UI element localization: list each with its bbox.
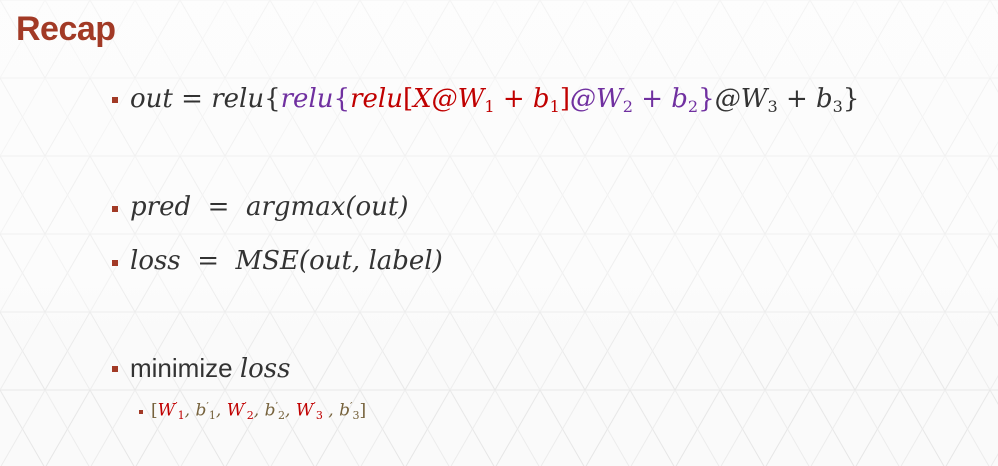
relu-inner: relu — [350, 84, 403, 114]
param-b3: b — [339, 400, 350, 421]
bullet-minimize — [112, 366, 118, 372]
param-b2: b — [264, 400, 276, 421]
bullet-pred — [112, 206, 118, 212]
brace-close-middle: } — [698, 84, 715, 114]
b2-subscript: 2 — [687, 96, 699, 116]
param-w1-sub: 1 — [177, 408, 185, 422]
bullet-params — [139, 410, 143, 414]
w1-subscript: 1 — [484, 96, 495, 116]
equation-pred: pred = argmax(out) — [130, 192, 409, 222]
equation-out: out = relu{relu{relu[X@W1 + b1]@W2 + b2}… — [130, 84, 859, 116]
params-open-bracket: [ — [151, 400, 158, 421]
minimize-word: minimize — [130, 353, 233, 383]
param-b3-sub: 3 — [352, 408, 360, 422]
b1-subscript: 1 — [549, 96, 560, 116]
parameter-list: [W′1, b′1, W′2, b′2, W′3 , b′3] — [151, 400, 366, 422]
w2-subscript: 2 — [622, 96, 633, 116]
term-plus-b2: + b — [641, 84, 688, 114]
brace-open: { — [264, 84, 281, 114]
param-w2: W — [226, 400, 245, 421]
param-w1: W — [157, 400, 176, 421]
minimize-target: loss — [239, 354, 291, 384]
loss-lhs: loss — [130, 246, 181, 276]
term-plus-b3: + b — [785, 84, 833, 114]
param-w3-sub: 3 — [315, 408, 323, 422]
params-sep-5: , — [322, 400, 340, 421]
pred-equals: = — [207, 192, 230, 222]
param-b2-sub: 2 — [277, 408, 286, 422]
loss-rhs: MSE(out, label) — [235, 246, 443, 276]
term-at-w2: @W — [569, 84, 623, 114]
equals-sign: = — [181, 84, 203, 114]
out-lhs: out — [130, 84, 173, 114]
relu-outer: relu — [211, 84, 265, 114]
params-sep-2: , — [215, 400, 227, 421]
params-sep-3: , — [253, 400, 265, 421]
bracket-open: [ — [402, 84, 414, 114]
param-b1: b — [195, 400, 207, 421]
minimize-line: minimize loss — [130, 353, 290, 384]
bullet-out — [112, 97, 118, 103]
term-plus-b1: + b — [502, 84, 550, 114]
slide-title: Recap — [16, 10, 116, 48]
param-w3: W — [295, 400, 314, 421]
background-pattern — [0, 0, 998, 466]
param-b1-sub: 1 — [208, 408, 216, 422]
bracket-close: ] — [559, 84, 570, 114]
params-close-bracket: ] — [359, 400, 367, 421]
brace-open-middle: { — [333, 84, 351, 114]
w3-subscript: 3 — [767, 96, 778, 116]
bullet-loss — [112, 260, 118, 266]
param-w2-sub: 2 — [246, 408, 254, 422]
params-sep-1: , — [184, 400, 196, 421]
pred-rhs: argmax(out) — [245, 192, 409, 222]
params-sep-4: , — [285, 400, 296, 421]
pred-lhs: pred — [130, 192, 192, 222]
term-at-w3: @W — [714, 84, 768, 114]
brace-close: } — [842, 84, 860, 114]
b3-subscript: 3 — [832, 96, 843, 116]
term-x-w1: X@W — [413, 84, 485, 114]
equation-loss: loss = MSE(out, label) — [130, 246, 443, 276]
relu-middle: relu — [280, 84, 334, 114]
loss-equals: = — [197, 246, 219, 276]
